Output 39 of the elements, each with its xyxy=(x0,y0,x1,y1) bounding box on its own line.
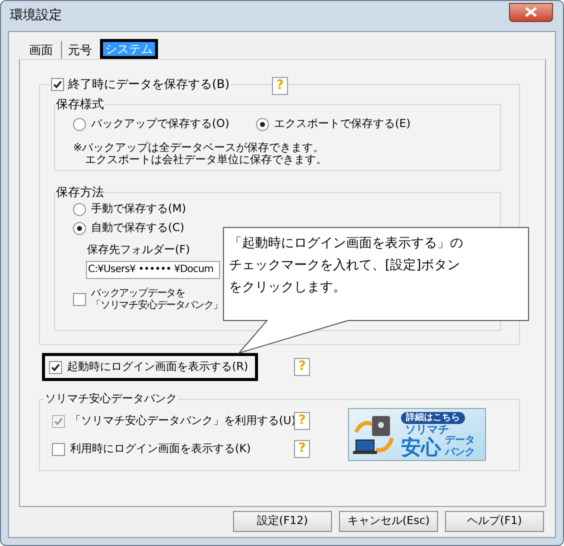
checkbox-label: 「ソリマチ安心データバンク」 xyxy=(91,300,223,312)
radio-label: バックアップで保存する(O) xyxy=(91,116,230,132)
radio-button[interactable] xyxy=(256,118,269,130)
group-title: 保存方法 xyxy=(55,184,105,201)
callout-text: をクリックします。 xyxy=(229,279,346,297)
dialog-button[interactable]: 設定(F12) xyxy=(233,511,332,532)
group-title: 保存様式 xyxy=(55,96,105,113)
field-label: 保存先フォルダー(F) xyxy=(87,242,190,258)
dialog-button[interactable]: ヘルプ(F1) xyxy=(445,511,544,532)
checkbox-label: 起動時にログイン画面を表示する(R) xyxy=(67,358,248,375)
radio-button[interactable] xyxy=(73,118,86,130)
banner-text: データ xyxy=(445,434,475,446)
banner-text: バンク xyxy=(445,446,475,458)
radio-button[interactable] xyxy=(73,222,86,234)
radio-label: 手動で保存する(M) xyxy=(91,200,186,217)
dialog-button[interactable]: キャンセル(Esc) xyxy=(339,511,438,532)
tab[interactable]: 画面 xyxy=(23,41,59,59)
radio-label: エクスポートで保存する(E) xyxy=(274,116,411,132)
checkbox-label: 終了時にデータを保存する(B) xyxy=(68,76,230,93)
callout-text: チェックマークを入れて、[設定]ボタン xyxy=(229,257,460,275)
checkbox[interactable] xyxy=(51,78,64,90)
note-text: ※バックアップは全データベースが保存できます。 xyxy=(73,142,324,154)
folder-field[interactable]: C:¥Users¥ •••••• ¥Docum xyxy=(86,260,220,278)
checkbox[interactable] xyxy=(73,292,86,306)
checkbox[interactable] xyxy=(49,360,62,374)
checkbox-label: 利用時にログイン画面を表示する(K) xyxy=(70,440,252,457)
close-button[interactable] xyxy=(509,2,553,22)
close-icon xyxy=(525,7,537,17)
note-text: エクスポートは会社データ単位に保存できます。 xyxy=(85,154,327,166)
badge: 詳細はこちら xyxy=(401,412,465,424)
checkbox-label: バックアップデータを xyxy=(91,288,186,300)
radio-label: 自動で保存する(C) xyxy=(91,220,184,236)
window-title: 環境設定 xyxy=(10,7,62,26)
banner-text: ソリマチ xyxy=(405,424,449,436)
callout-text: 「起動時にログイン画面を表示する」の xyxy=(229,235,463,253)
radio-button[interactable] xyxy=(73,202,86,216)
banner-text: 安心 xyxy=(401,434,441,458)
group-title: ソリマチ安心データバンク xyxy=(44,391,178,407)
checkbox[interactable] xyxy=(52,442,65,456)
